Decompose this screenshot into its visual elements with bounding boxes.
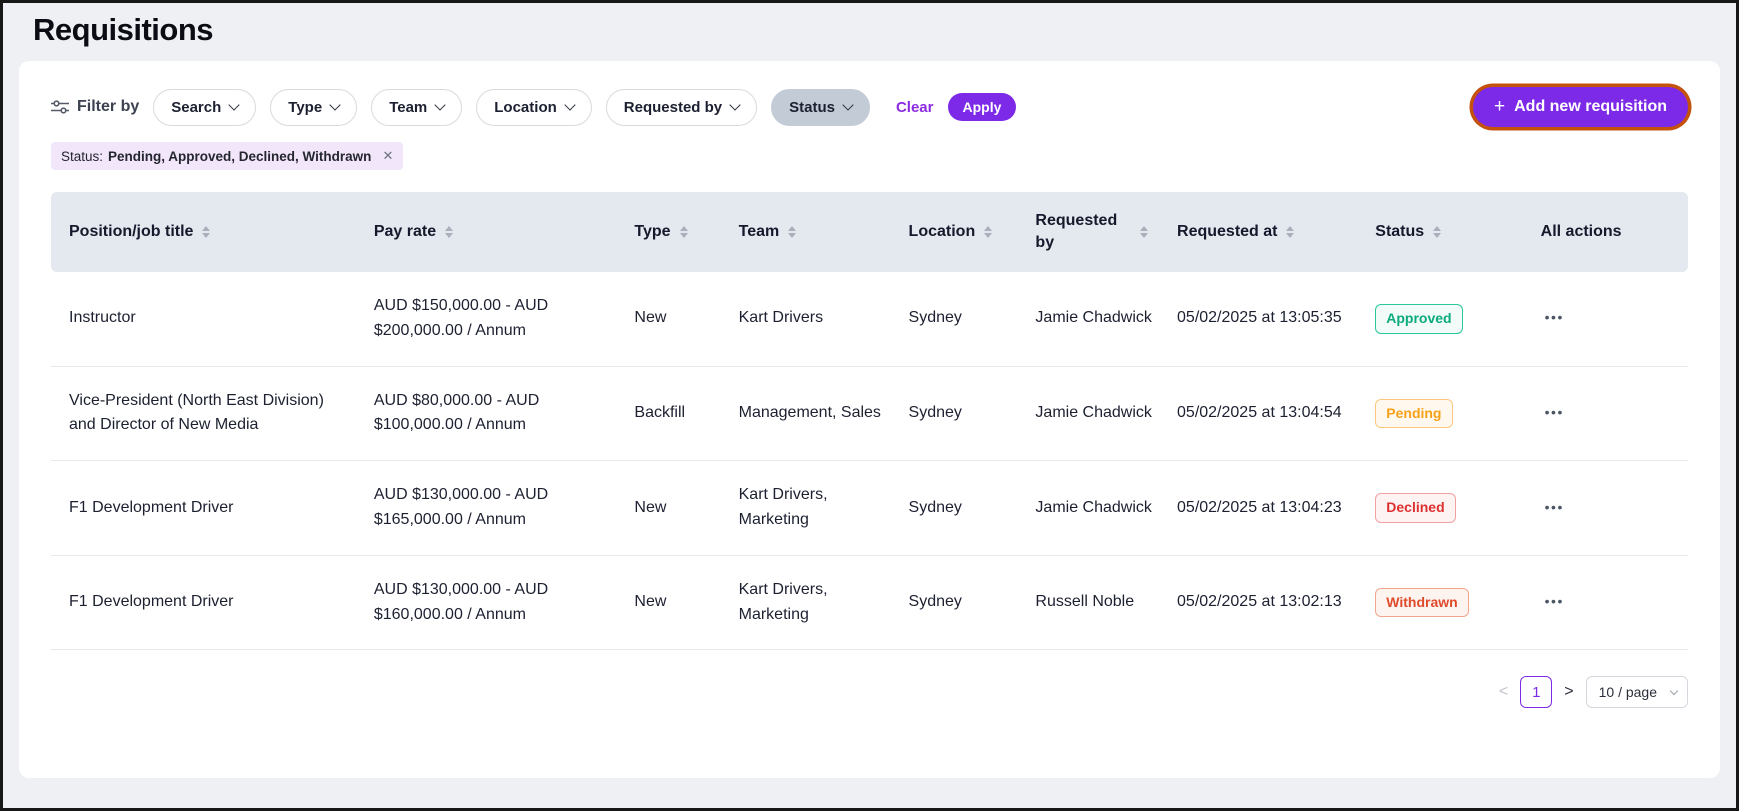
sort-icon[interactable] <box>680 226 688 238</box>
sort-icon[interactable] <box>202 226 210 238</box>
chevron-down-icon <box>564 99 575 110</box>
cell-status: Withdrawn <box>1375 555 1540 650</box>
cell-position: F1 Development Driver <box>51 555 374 650</box>
cell-requested-by: Jamie Chadwick <box>1035 366 1177 461</box>
pagination: < 1 > 10 / page <box>51 676 1688 708</box>
chevron-down-icon <box>229 99 240 110</box>
filter-tag-values: Pending, Approved, Declined, Withdrawn <box>108 149 371 164</box>
sort-icon[interactable] <box>445 226 453 238</box>
cell-requested-at: 05/02/2025 at 13:04:23 <box>1177 461 1375 556</box>
chevron-down-icon <box>330 99 341 110</box>
header-location[interactable]: Location <box>909 192 1036 272</box>
cell-location: Sydney <box>909 461 1036 556</box>
table-row: Vice-President (North East Division) and… <box>51 366 1688 461</box>
clear-filters-link[interactable]: Clear <box>896 99 934 116</box>
filter-bar: Filter by Search Type Team Location Requ… <box>51 87 1688 127</box>
cell-team: Management, Sales <box>739 366 909 461</box>
cell-actions: ••• <box>1541 555 1688 650</box>
cell-pay-rate: AUD $130,000.00 - AUD $160,000.00 / Annu… <box>374 555 635 650</box>
header-requested-by[interactable]: Requested by <box>1035 192 1177 272</box>
cell-pay-rate: AUD $130,000.00 - AUD $165,000.00 / Annu… <box>374 461 635 556</box>
chevron-down-icon <box>1670 687 1678 695</box>
requisitions-table: Position/job title Pay rate Type Team Lo… <box>51 192 1688 650</box>
cell-status: Pending <box>1375 366 1540 461</box>
status-badge: Pending <box>1375 399 1452 429</box>
cell-type: New <box>634 461 738 556</box>
header-type[interactable]: Type <box>634 192 738 272</box>
sort-icon[interactable] <box>1433 226 1441 238</box>
pagination-next-button[interactable]: > <box>1564 683 1573 701</box>
chevron-down-icon <box>842 99 853 110</box>
table-header-row: Position/job title Pay rate Type Team Lo… <box>51 192 1688 272</box>
filter-location-dropdown[interactable]: Location <box>476 89 592 126</box>
cell-actions: ••• <box>1541 366 1688 461</box>
cell-location: Sydney <box>909 272 1036 366</box>
header-all-actions: All actions <box>1541 192 1688 272</box>
pagination-prev-button[interactable]: < <box>1499 683 1508 701</box>
table-row: Instructor AUD $150,000.00 - AUD $200,00… <box>51 272 1688 366</box>
status-filter-tag: Status: Pending, Approved, Declined, Wit… <box>51 142 403 170</box>
cell-type: Backfill <box>634 366 738 461</box>
cell-requested-at: 05/02/2025 at 13:05:35 <box>1177 272 1375 366</box>
filter-requested-by-dropdown[interactable]: Requested by <box>606 89 757 126</box>
remove-filter-icon[interactable]: ✕ <box>382 148 393 164</box>
row-actions-button[interactable]: ••• <box>1541 497 1568 517</box>
cell-type: New <box>634 555 738 650</box>
header-pay-rate[interactable]: Pay rate <box>374 192 635 272</box>
applied-filters-row: Status: Pending, Approved, Declined, Wit… <box>51 142 1688 170</box>
cell-pay-rate: AUD $150,000.00 - AUD $200,000.00 / Annu… <box>374 272 635 366</box>
cell-requested-by: Russell Noble <box>1035 555 1177 650</box>
sort-icon[interactable] <box>1286 226 1294 238</box>
filter-by-label: Filter by <box>51 98 139 116</box>
cell-location: Sydney <box>909 366 1036 461</box>
cell-requested-at: 05/02/2025 at 13:04:54 <box>1177 366 1375 461</box>
sort-icon[interactable] <box>788 226 796 238</box>
add-new-requisition-button[interactable]: + Add new requisition <box>1473 87 1688 127</box>
filter-type-dropdown[interactable]: Type <box>270 89 357 126</box>
cell-type: New <box>634 272 738 366</box>
apply-filters-button[interactable]: Apply <box>948 93 1017 121</box>
sort-icon[interactable] <box>984 226 992 238</box>
sort-icon[interactable] <box>1140 226 1148 238</box>
row-actions-button[interactable]: ••• <box>1541 591 1568 611</box>
header-status[interactable]: Status <box>1375 192 1540 272</box>
page-title: Requisitions <box>33 12 1736 48</box>
cell-status: Approved <box>1375 272 1540 366</box>
cell-team: Kart Drivers <box>739 272 909 366</box>
cell-location: Sydney <box>909 555 1036 650</box>
header-team[interactable]: Team <box>739 192 909 272</box>
requisitions-card: Filter by Search Type Team Location Requ… <box>19 61 1720 778</box>
cell-requested-by: Jamie Chadwick <box>1035 272 1177 366</box>
filter-sliders-icon <box>51 100 69 114</box>
cell-team: Kart Drivers, Marketing <box>739 461 909 556</box>
cell-team: Kart Drivers, Marketing <box>739 555 909 650</box>
row-actions-button[interactable]: ••• <box>1541 307 1568 327</box>
table-row: F1 Development Driver AUD $130,000.00 - … <box>51 461 1688 556</box>
filter-status-dropdown[interactable]: Status <box>771 89 870 126</box>
cell-requested-at: 05/02/2025 at 13:02:13 <box>1177 555 1375 650</box>
row-actions-button[interactable]: ••• <box>1541 402 1568 422</box>
cell-position: Vice-President (North East Division) and… <box>51 366 374 461</box>
chevron-down-icon <box>729 99 740 110</box>
filter-team-dropdown[interactable]: Team <box>371 89 462 126</box>
filter-tag-name: Status: <box>61 149 103 164</box>
cell-actions: ••• <box>1541 461 1688 556</box>
cell-actions: ••• <box>1541 272 1688 366</box>
header-requested-at[interactable]: Requested at <box>1177 192 1375 272</box>
cell-pay-rate: AUD $80,000.00 - AUD $100,000.00 / Annum <box>374 366 635 461</box>
page-size-select[interactable]: 10 / page <box>1586 676 1688 708</box>
header-position[interactable]: Position/job title <box>51 192 374 272</box>
plus-icon: + <box>1494 100 1505 114</box>
cell-requested-by: Jamie Chadwick <box>1035 461 1177 556</box>
filter-search-dropdown[interactable]: Search <box>153 89 256 126</box>
status-badge: Approved <box>1375 304 1462 334</box>
cell-position: Instructor <box>51 272 374 366</box>
pagination-page-button[interactable]: 1 <box>1520 676 1552 708</box>
chevron-down-icon <box>435 99 446 110</box>
status-badge: Declined <box>1375 493 1455 523</box>
status-badge: Withdrawn <box>1375 588 1468 618</box>
cell-position: F1 Development Driver <box>51 461 374 556</box>
table-row: F1 Development Driver AUD $130,000.00 - … <box>51 555 1688 650</box>
cell-status: Declined <box>1375 461 1540 556</box>
